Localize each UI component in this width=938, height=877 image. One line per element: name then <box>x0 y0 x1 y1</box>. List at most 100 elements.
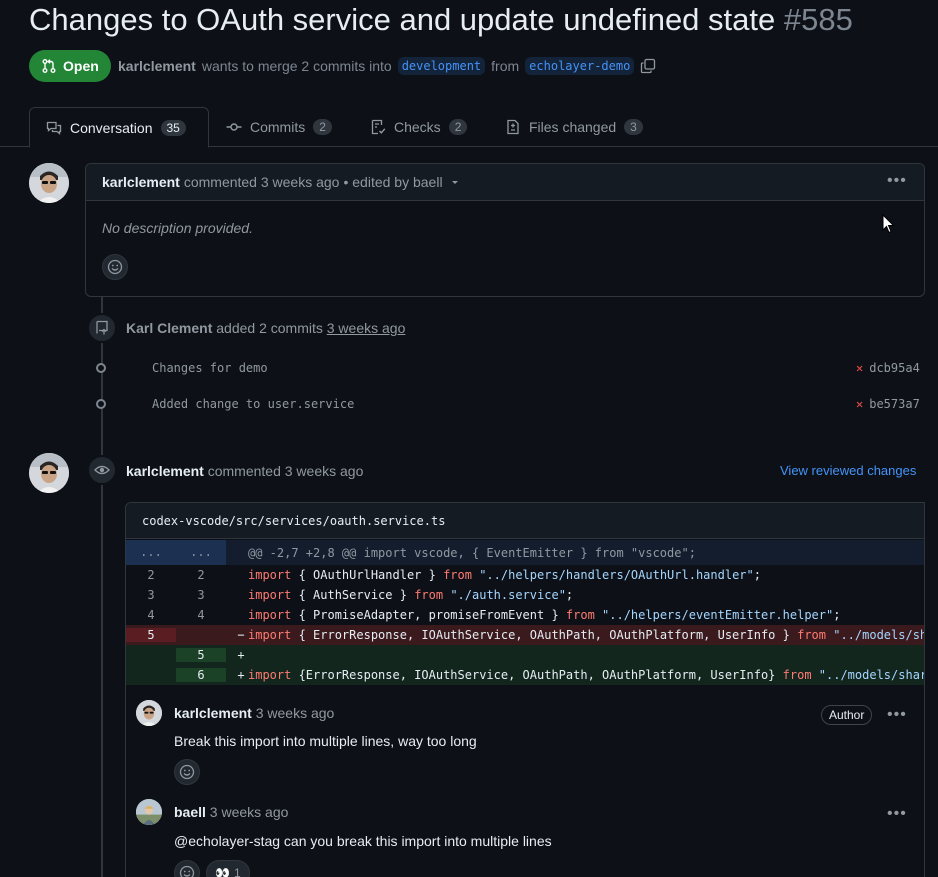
expand-up-button[interactable]: ... <box>126 540 176 565</box>
kebab-menu-icon[interactable]: ••• <box>887 706 907 724</box>
mouse-cursor-icon <box>882 214 895 234</box>
reply-author[interactable]: karlclement <box>174 705 252 721</box>
event-time-link[interactable]: 3 weeks ago <box>327 320 406 336</box>
reaction-count: 1 <box>233 866 241 877</box>
review-header: karlclement commented 3 weeks ago <box>126 463 363 479</box>
karlclement-avatar-image <box>29 163 69 203</box>
karlclement-avatar-image <box>136 700 162 726</box>
diff-code: import {ErrorResponse, IOAuthService, OA… <box>248 668 925 682</box>
avatar[interactable] <box>136 700 162 726</box>
old-line-number[interactable]: 4 <box>126 608 176 622</box>
commit-dot-icon <box>96 399 106 409</box>
add-reaction-button[interactable] <box>174 860 200 877</box>
check-failed-icon[interactable]: ✕ <box>856 397 863 411</box>
diff-sign: + <box>237 648 245 662</box>
diff-code: import { AuthService } from "./auth.serv… <box>248 588 574 602</box>
hunk-text: @@ -2,7 +2,8 @@ import vscode, { EventEm… <box>248 545 696 560</box>
commit-sha[interactable]: ✕ dcb95a4 <box>856 361 920 375</box>
old-line-number[interactable]: 3 <box>126 588 176 602</box>
copy-icon[interactable] <box>640 58 656 74</box>
reply-body: Break this import into multiple lines, w… <box>174 733 477 749</box>
git-pull-request-icon <box>42 59 56 73</box>
tab-commits-label: Commits <box>250 119 306 135</box>
check-failed-icon[interactable]: ✕ <box>856 361 863 375</box>
new-line-number[interactable]: 4 <box>176 608 226 622</box>
review-author[interactable]: karlclement <box>126 463 204 479</box>
avatar[interactable] <box>29 163 69 203</box>
event-actor[interactable]: Karl Clement <box>126 320 212 336</box>
smiley-icon <box>179 764 195 780</box>
tab-commits[interactable]: Commits 2 <box>210 107 348 147</box>
diff-line-added: 6 + import {ErrorResponse, IOAuthService… <box>126 665 925 685</box>
tab-files-changed-label: Files changed <box>529 119 617 135</box>
merge-text: wants to merge 2 commits into <box>201 58 392 74</box>
chevron-down-icon[interactable] <box>449 176 461 188</box>
kebab-menu-icon[interactable]: ••• <box>887 805 907 823</box>
diff-line-deleted: 5 − import { ErrorResponse, IOAuthServic… <box>126 625 924 645</box>
new-line-number[interactable]: 3 <box>176 588 226 602</box>
pr-merge-meta: karlclement wants to merge 2 commits int… <box>118 57 656 75</box>
old-line-number[interactable]: 5 <box>126 628 176 642</box>
tab-files-changed-count: 3 <box>624 119 643 135</box>
reply-author[interactable]: baell <box>174 804 206 820</box>
event-action: added 2 commits <box>216 320 323 336</box>
new-line-number[interactable]: 6 <box>176 668 226 682</box>
head-branch[interactable]: echolayer-demo <box>525 57 635 75</box>
tab-checks-label: Checks <box>394 119 441 135</box>
diff-file-path[interactable]: codex-vscode/src/services/oauth.service.… <box>126 503 924 539</box>
reply-header: baell 3 weeks ago <box>174 804 288 820</box>
pr-number: #585 <box>783 2 853 37</box>
repo-push-icon <box>96 320 108 335</box>
commit-sha[interactable]: ✕ be573a7 <box>856 397 920 411</box>
tab-files-changed[interactable]: Files changed 3 <box>489 107 659 147</box>
diff-line: 3 3 import { AuthService } from "./auth.… <box>126 585 924 605</box>
add-reaction-button[interactable] <box>174 759 200 785</box>
comment-author[interactable]: karlclement <box>102 174 180 190</box>
git-commit-icon <box>226 123 242 131</box>
comment-header: karlclement commented 3 weeks ago • edit… <box>86 164 924 201</box>
timeline-line <box>101 296 103 877</box>
new-line-number[interactable]: 2 <box>176 568 226 582</box>
commit-message[interactable]: Added change to user.service <box>152 397 354 411</box>
tab-conversation-label: Conversation <box>70 119 153 136</box>
eye-icon <box>94 465 110 475</box>
reply-time[interactable]: 3 weeks ago <box>256 705 335 721</box>
eyes-icon: 👀 <box>215 866 230 877</box>
file-diff-icon <box>507 119 519 135</box>
kebab-menu-icon[interactable]: ••• <box>887 172 907 190</box>
karlclement-avatar-image <box>29 453 69 493</box>
reply-body: @echolayer-stag can you break this impor… <box>174 833 552 849</box>
commit-dot-icon <box>96 363 106 373</box>
author-badge: Author <box>821 705 873 725</box>
commit-message[interactable]: Changes for demo <box>152 361 268 375</box>
avatar[interactable] <box>29 453 69 493</box>
expand-down-button[interactable]: ... <box>176 540 226 565</box>
comment-discussion-icon <box>46 121 62 135</box>
comment-body: No description provided. <box>102 220 253 236</box>
avatar[interactable] <box>136 799 162 825</box>
tab-commits-count: 2 <box>313 119 332 135</box>
new-line-number[interactable]: 5 <box>176 648 226 662</box>
diff-line: 4 4 import { PromiseAdapter, promiseFrom… <box>126 605 924 625</box>
edited-by-dropdown[interactable]: • edited by baell <box>343 174 442 190</box>
pr-author-link[interactable]: karlclement <box>118 58 196 74</box>
add-reaction-button[interactable] <box>102 254 128 280</box>
eyes-reaction-button[interactable]: 👀 1 <box>206 860 250 877</box>
from-text: from <box>491 58 520 74</box>
pr-tab-bar: Conversation 35 Commits 2 Checks 2 Files… <box>0 106 938 148</box>
tab-checks-count: 2 <box>448 119 468 135</box>
pr-title: Changes to OAuth service and update unde… <box>29 2 853 38</box>
commit-sha-text[interactable]: be573a7 <box>869 397 920 411</box>
tab-conversation[interactable]: Conversation 35 <box>29 107 209 148</box>
view-reviewed-changes-link[interactable]: View reviewed changes <box>780 463 916 478</box>
base-branch[interactable]: development <box>397 57 486 75</box>
diff-code: import { OAuthUrlHandler } from "../help… <box>248 568 761 582</box>
pr-state-label: Open <box>63 58 99 74</box>
old-line-number[interactable]: 2 <box>126 568 176 582</box>
commit-sha-text[interactable]: dcb95a4 <box>869 361 920 375</box>
tab-checks[interactable]: Checks 2 <box>354 107 483 147</box>
review-diff-thread: codex-vscode/src/services/oauth.service.… <box>125 502 925 877</box>
reply-time[interactable]: 3 weeks ago <box>210 804 289 820</box>
comment-action: commented 3 weeks ago <box>183 174 340 190</box>
pr-state-badge: Open <box>29 50 111 82</box>
